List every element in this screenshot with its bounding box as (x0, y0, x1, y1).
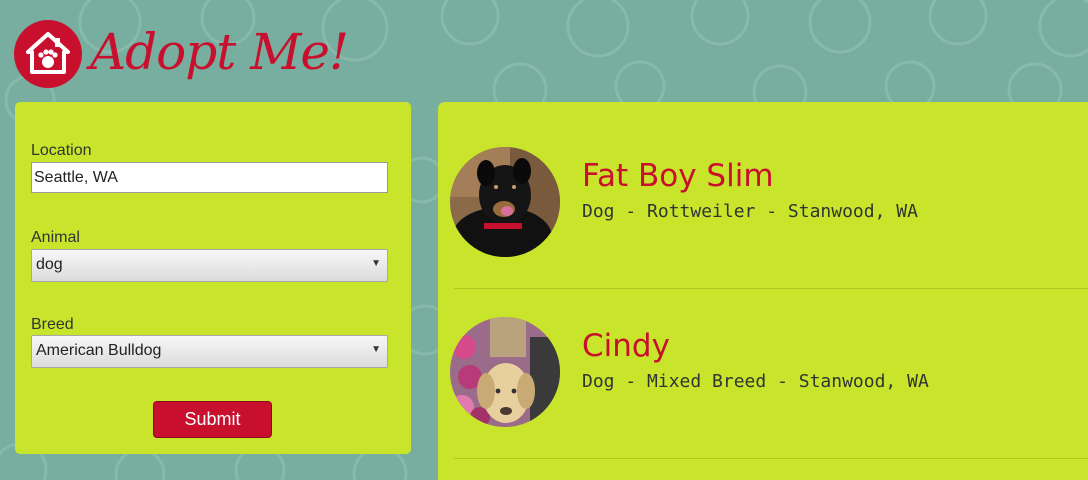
black-dog-photo[interactable] (450, 147, 560, 257)
pet-info: Dog - Mixed Breed - Stanwood, WA (582, 371, 929, 392)
tan-dog-photo[interactable] (450, 317, 560, 427)
house-paw-icon[interactable] (14, 20, 82, 88)
submit-button[interactable]: Submit (153, 401, 272, 438)
pet-name[interactable]: Fat Boy Slim (582, 158, 774, 194)
pet-card[interactable]: Fat Boy Slim Dog - Rottweiler - Stanwood… (438, 102, 1088, 270)
pet-card[interactable]: Cindy Dog - Mixed Breed - Stanwood, WA (438, 272, 1088, 440)
breed-select[interactable]: American Bulldog ▼ (31, 335, 388, 368)
divider (454, 458, 1088, 459)
animal-label: Animal (31, 229, 80, 246)
results-list: Fat Boy Slim Dog - Rottweiler - Stanwood… (438, 102, 1088, 480)
breed-label: Breed (31, 316, 74, 333)
search-form: Location Animal dog ▼ Breed American Bul… (15, 102, 411, 454)
site-header: Adopt Me! (14, 14, 349, 94)
breed-select-value: American Bulldog (36, 342, 162, 359)
location-label: Location (31, 142, 92, 159)
location-input[interactable] (31, 162, 388, 193)
pet-name[interactable]: Cindy (582, 328, 670, 364)
animal-select-value: dog (36, 256, 63, 273)
chevron-down-icon: ▼ (371, 258, 381, 269)
brand-title[interactable]: Adopt Me! (90, 27, 349, 77)
pet-info: Dog - Rottweiler - Stanwood, WA (582, 201, 918, 222)
animal-select[interactable]: dog ▼ (31, 249, 388, 282)
chevron-down-icon: ▼ (371, 344, 381, 355)
